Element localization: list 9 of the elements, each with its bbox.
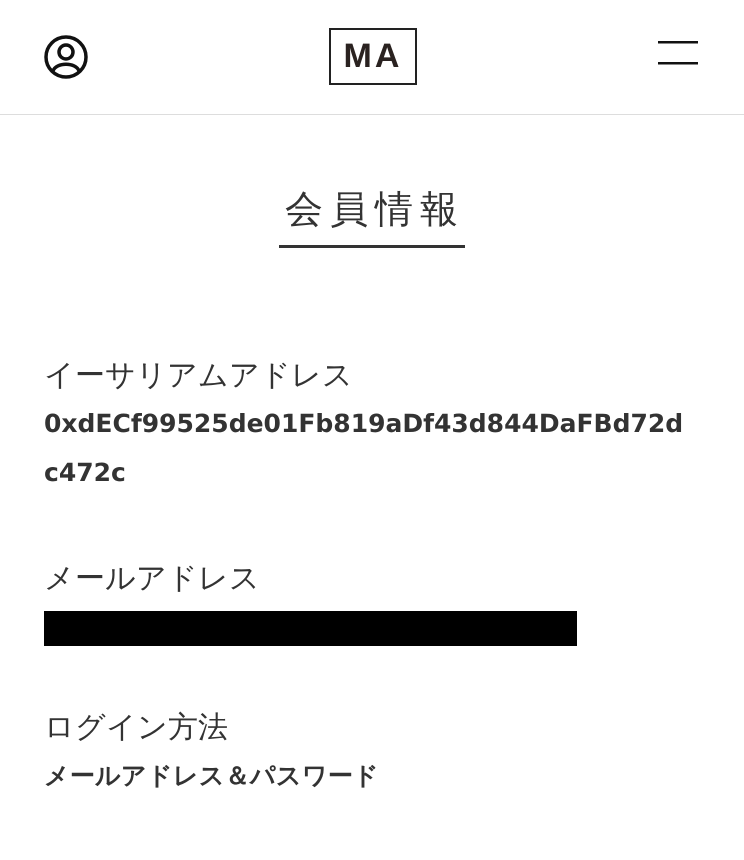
menu-icon[interactable]	[658, 41, 698, 65]
page-title: 会員情報	[279, 183, 465, 248]
logo[interactable]: MA	[329, 28, 417, 84]
field-label: メールアドレス	[44, 560, 261, 598]
field-label: イーサリアムアドレス	[44, 357, 354, 395]
field-value: 0xdECf99525de01Fb819aDf43d844DaFBd72dc472c	[44, 408, 684, 489]
field-value: メールアドレス＆パスワード	[44, 760, 380, 792]
field-label: ログイン方法	[44, 709, 229, 747]
account-icon[interactable]	[44, 35, 88, 79]
